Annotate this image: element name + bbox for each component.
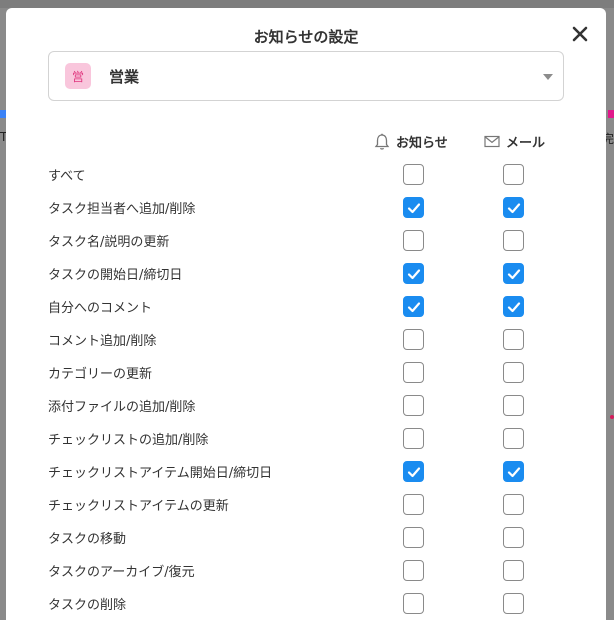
settings-row-label: チェックリストアイテムの更新 [48,499,229,514]
notification-checkbox[interactable] [403,230,424,251]
notification-checkbox[interactable] [403,461,424,482]
project-name: 営業 [109,67,140,86]
settings-row: 自分へのコメント [48,290,568,323]
mail-checkbox[interactable] [503,296,524,317]
notification-checkbox[interactable] [403,560,424,581]
settings-row: タスク名/説明の更新 [48,224,568,257]
settings-row-label: すべて [48,169,86,184]
notification-checkbox[interactable] [403,197,424,218]
notification-checkbox[interactable] [403,362,424,383]
settings-row: チェックリストアイテム開始日/締切日 [48,455,568,488]
close-button[interactable] [568,22,592,46]
check-icon [507,466,520,477]
notification-checkbox[interactable] [403,329,424,350]
settings-row: コメント追加/削除 [48,323,568,356]
settings-row-label: カテゴリーの更新 [48,367,153,382]
notification-checkbox[interactable] [403,263,424,284]
background-dot [610,415,614,419]
notification-checkbox[interactable] [403,395,424,416]
notification-checkbox[interactable] [403,527,424,548]
background-accent-right [608,110,614,118]
notification-settings-modal: お知らせの設定 営 営業 お知らせ メール すべてタスク担当者へ追加/削除 タスク… [6,8,606,620]
mail-checkbox[interactable] [503,362,524,383]
settings-row-label: コメント追加/削除 [48,334,157,349]
notification-checkbox[interactable] [403,296,424,317]
settings-row-label: 自分へのコメント [48,301,153,316]
mail-checkbox[interactable] [503,230,524,251]
column-header-notification: お知らせ [374,132,448,151]
settings-row-label: タスク担当者へ追加/削除 [48,202,196,217]
check-icon [407,301,420,312]
settings-row-label: 添付ファイルの追加/削除 [48,400,196,415]
close-icon [572,26,588,42]
backdrop [0,0,614,8]
check-icon [507,268,520,279]
mail-checkbox[interactable] [503,494,524,515]
settings-row: タスクのアーカイブ/復元 [48,554,568,587]
settings-row-label: チェックリストアイテム開始日/締切日 [48,466,273,481]
mail-checkbox[interactable] [503,164,524,185]
check-icon [407,268,420,279]
settings-row-label: タスク名/説明の更新 [48,235,170,250]
mail-checkbox[interactable] [503,527,524,548]
project-badge: 営 [65,63,91,89]
bell-icon [374,133,390,150]
chevron-down-icon [543,74,553,80]
settings-row: カテゴリーの更新 [48,356,568,389]
mail-checkbox[interactable] [503,461,524,482]
mail-checkbox[interactable] [503,560,524,581]
mail-icon [484,135,500,148]
column-header-mail: メール [484,132,545,151]
mail-checkbox[interactable] [503,593,524,614]
mail-checkbox[interactable] [503,428,524,449]
check-icon [407,202,420,213]
notification-checkbox[interactable] [403,164,424,185]
mail-checkbox[interactable] [503,329,524,350]
check-icon [507,202,520,213]
mail-checkbox[interactable] [503,263,524,284]
settings-row: タスクの開始日/締切日 [48,257,568,290]
check-icon [407,466,420,477]
settings-row: タスクの移動 [48,521,568,554]
notification-checkbox[interactable] [403,428,424,449]
modal-title: お知らせの設定 [253,28,359,46]
settings-row-label: タスクの移動 [48,532,127,547]
notification-checkbox[interactable] [403,494,424,515]
notification-checkbox[interactable] [403,593,424,614]
settings-row: チェックリストアイテムの更新 [48,488,568,521]
settings-row: すべて [48,158,568,191]
settings-row: タスクの削除 [48,587,568,620]
settings-row: タスク担当者へ追加/削除 [48,191,568,224]
settings-row-label: タスクの開始日/締切日 [48,268,183,283]
column-label-notification: お知らせ [396,136,448,151]
settings-row: 添付ファイルの追加/削除 [48,389,568,422]
project-select[interactable]: 営 営業 [48,51,564,101]
check-icon [507,301,520,312]
mail-checkbox[interactable] [503,395,524,416]
settings-row-label: タスクのアーカイブ/復元 [48,565,195,580]
mail-checkbox[interactable] [503,197,524,218]
settings-row-label: チェックリストの追加/削除 [48,433,209,448]
settings-row-label: タスクの削除 [48,598,127,613]
settings-row: チェックリストの追加/削除 [48,422,568,455]
column-label-mail: メール [506,136,546,151]
